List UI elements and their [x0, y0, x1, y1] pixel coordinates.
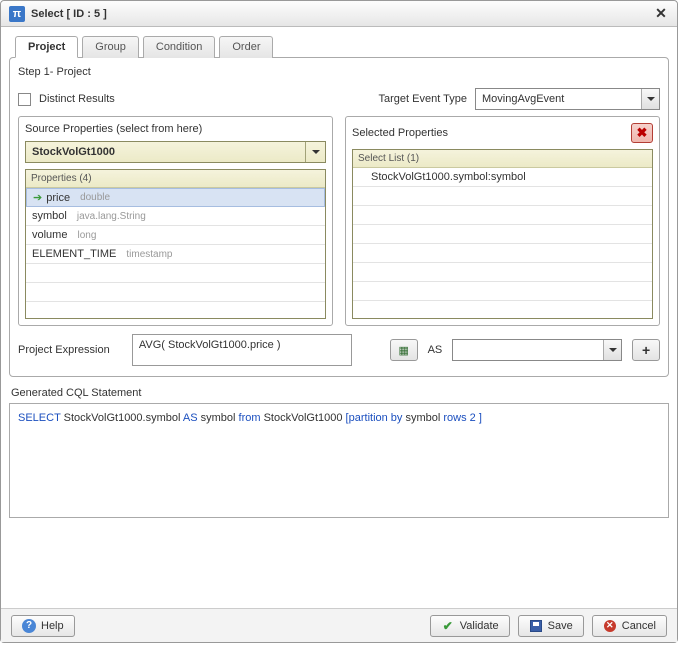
- selected-list-header: Select List (1): [353, 150, 652, 168]
- source-select-value: StockVolGt1000: [32, 146, 115, 158]
- selected-row[interactable]: StockVolGt1000.symbol:symbol: [353, 168, 652, 187]
- empty-row: [26, 302, 325, 318]
- close-icon[interactable]: ✕: [653, 5, 669, 22]
- save-button[interactable]: Save: [518, 615, 584, 637]
- as-alias-select[interactable]: [452, 339, 622, 361]
- generated-cql-label: Generated CQL Statement: [11, 387, 669, 399]
- empty-row: [353, 244, 652, 263]
- selected-properties-panel: Selected Properties ✖ Select List (1) St…: [345, 116, 660, 326]
- property-type: long: [77, 230, 96, 241]
- target-event-type-select[interactable]: MovingAvgEvent: [475, 88, 660, 110]
- as-label: AS: [428, 344, 443, 356]
- generated-cql-text: SELECT StockVolGt1000.symbol AS symbol f…: [18, 412, 482, 424]
- step-label: Step 1- Project: [18, 66, 660, 78]
- tab-bar: Project Group Condition Order: [9, 36, 669, 58]
- empty-row: [353, 301, 652, 318]
- tab-condition[interactable]: Condition: [143, 36, 215, 58]
- validate-button[interactable]: ✔ Validate: [430, 615, 510, 637]
- distinct-label: Distinct Results: [39, 93, 115, 105]
- property-row[interactable]: symbol java.lang.String: [26, 207, 325, 226]
- empty-row: [26, 264, 325, 283]
- save-label: Save: [548, 620, 573, 632]
- dialog-title: Select [ ID : 5 ]: [31, 8, 653, 20]
- chevron-down-icon: [641, 89, 659, 109]
- expression-row: Project Expression AVG( StockVolGt1000.p…: [18, 334, 660, 366]
- cancel-button[interactable]: ✕ Cancel: [592, 615, 667, 637]
- selected-row-label: StockVolGt1000.symbol:symbol: [371, 171, 526, 183]
- x-icon: ✖: [637, 125, 648, 141]
- property-row[interactable]: volume long: [26, 226, 325, 245]
- empty-row: [353, 225, 652, 244]
- chevron-down-icon: [603, 340, 621, 360]
- properties-panels: Source Properties (select from here) Sto…: [18, 116, 660, 326]
- source-properties-list: Properties (4) ➔ price double symbol jav…: [25, 169, 326, 319]
- target-event-type-value: MovingAvgEvent: [482, 93, 564, 105]
- tab-order[interactable]: Order: [219, 36, 273, 58]
- table-icon: ▦: [399, 344, 409, 357]
- add-expression-button[interactable]: +: [632, 339, 660, 361]
- distinct-target-row: Distinct Results Target Event Type Movin…: [18, 88, 660, 110]
- property-name: volume: [32, 229, 67, 241]
- property-type: java.lang.String: [77, 211, 146, 222]
- target-event-type-label: Target Event Type: [379, 93, 467, 105]
- validate-label: Validate: [460, 620, 499, 632]
- help-button[interactable]: ? Help: [11, 615, 75, 637]
- property-type: double: [80, 192, 110, 203]
- empty-row: [353, 187, 652, 206]
- generated-cql-box: SELECT StockVolGt1000.symbol AS symbol f…: [9, 403, 669, 518]
- tab-project[interactable]: Project: [15, 36, 78, 58]
- chevron-down-icon: [305, 142, 325, 162]
- property-name: price: [46, 192, 70, 204]
- empty-row: [353, 206, 652, 225]
- property-name: ELEMENT_TIME: [32, 248, 116, 260]
- source-properties-panel: Source Properties (select from here) Sto…: [18, 116, 333, 326]
- empty-row: [353, 282, 652, 301]
- dialog-footer: ? Help ✔ Validate Save ✕ Cancel: [1, 608, 677, 642]
- select-dialog: π Select [ ID : 5 ] ✕ Project Group Cond…: [0, 0, 678, 643]
- help-icon: ?: [22, 619, 36, 633]
- selected-panel-title: Selected Properties: [352, 127, 448, 139]
- help-label: Help: [41, 620, 64, 632]
- source-list-header: Properties (4): [26, 170, 325, 188]
- property-name: symbol: [32, 210, 67, 222]
- property-row[interactable]: ➔ price double: [26, 188, 325, 207]
- project-panel: Step 1- Project Distinct Results Target …: [9, 57, 669, 377]
- save-icon: [530, 620, 542, 632]
- delete-button[interactable]: ✖: [631, 123, 653, 143]
- pi-icon: π: [9, 6, 25, 22]
- distinct-checkbox[interactable]: [18, 93, 31, 106]
- project-expression-value: AVG( StockVolGt1000.price ): [139, 339, 281, 351]
- cancel-icon: ✕: [604, 620, 616, 632]
- empty-row: [26, 283, 325, 302]
- dialog-body: Project Group Condition Order Step 1- Pr…: [1, 27, 677, 608]
- dialog-titlebar[interactable]: π Select [ ID : 5 ] ✕: [1, 1, 677, 27]
- source-panel-title: Source Properties (select from here): [25, 123, 202, 135]
- source-select[interactable]: StockVolGt1000: [25, 141, 326, 163]
- cancel-label: Cancel: [622, 620, 656, 632]
- arrow-right-icon: ➔: [33, 191, 42, 204]
- project-expression-input[interactable]: AVG( StockVolGt1000.price ): [132, 334, 352, 366]
- selected-properties-list: Select List (1) StockVolGt1000.symbol:sy…: [352, 149, 653, 319]
- empty-row: [353, 263, 652, 282]
- tab-group[interactable]: Group: [82, 36, 139, 58]
- project-expression-label: Project Expression: [18, 344, 122, 356]
- property-type: timestamp: [126, 249, 172, 260]
- function-builder-button[interactable]: ▦: [390, 339, 418, 361]
- property-row[interactable]: ELEMENT_TIME timestamp: [26, 245, 325, 264]
- check-icon: ✔: [441, 619, 455, 633]
